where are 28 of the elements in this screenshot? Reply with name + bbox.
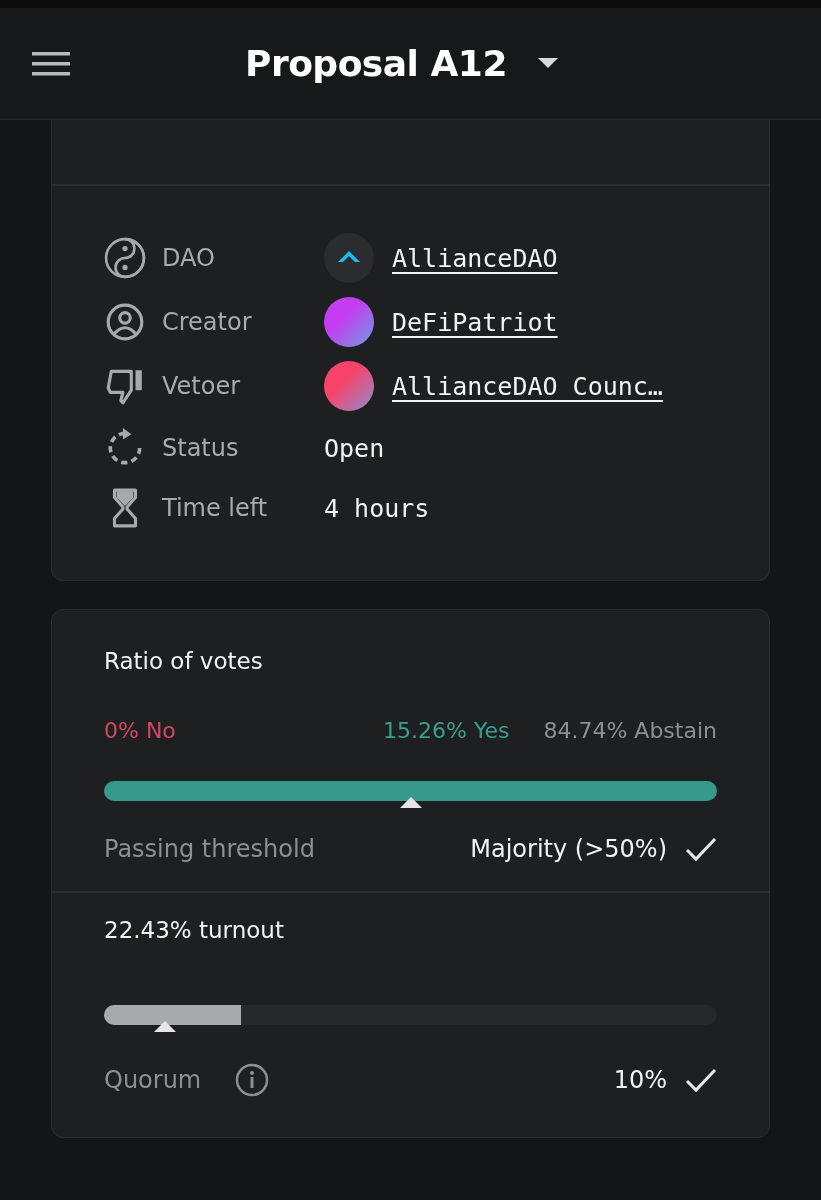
- vote-share-label: 15.26% Yes: [383, 718, 510, 743]
- info-icon: [235, 1063, 270, 1097]
- user-icon: [104, 301, 146, 343]
- detail-label: DAO: [162, 244, 215, 272]
- section-title: Ratio of votes: [104, 648, 264, 674]
- threshold-value: Majority (>50%): [470, 835, 667, 863]
- yin-yang-icon: [104, 237, 146, 279]
- detail-label: Time left: [162, 494, 268, 522]
- detail-label: Status: [162, 434, 239, 462]
- avatar: [324, 297, 374, 347]
- dao-logo-avatar: [324, 233, 374, 283]
- threshold-label: Passing threshold: [104, 835, 315, 863]
- caret-icon: [536, 57, 559, 70]
- vote-share-label: 0% No: [104, 718, 176, 743]
- section-title: 22.43% turnout: [104, 917, 285, 943]
- vote-share-label: 84.74% Abstain: [543, 718, 717, 743]
- quorum-value: 10%: [613, 1066, 667, 1094]
- detail-value: 4 hours: [324, 493, 430, 523]
- detail-label: Vetoer: [162, 372, 241, 400]
- detail-label: Creator: [162, 308, 252, 336]
- profile-link[interactable]: DeFiPatriot: [392, 307, 558, 337]
- quorum-label: Quorum: [104, 1066, 202, 1094]
- menu-icon[interactable]: [32, 51, 70, 76]
- profile-link[interactable]: AllianceDAO Counc…: [392, 371, 663, 401]
- proposal-dropdown[interactable]: Proposal A12: [245, 43, 559, 84]
- detail-value: Open: [324, 433, 385, 463]
- avatar: [324, 361, 374, 411]
- profile-link[interactable]: AllianceDAO: [392, 243, 558, 273]
